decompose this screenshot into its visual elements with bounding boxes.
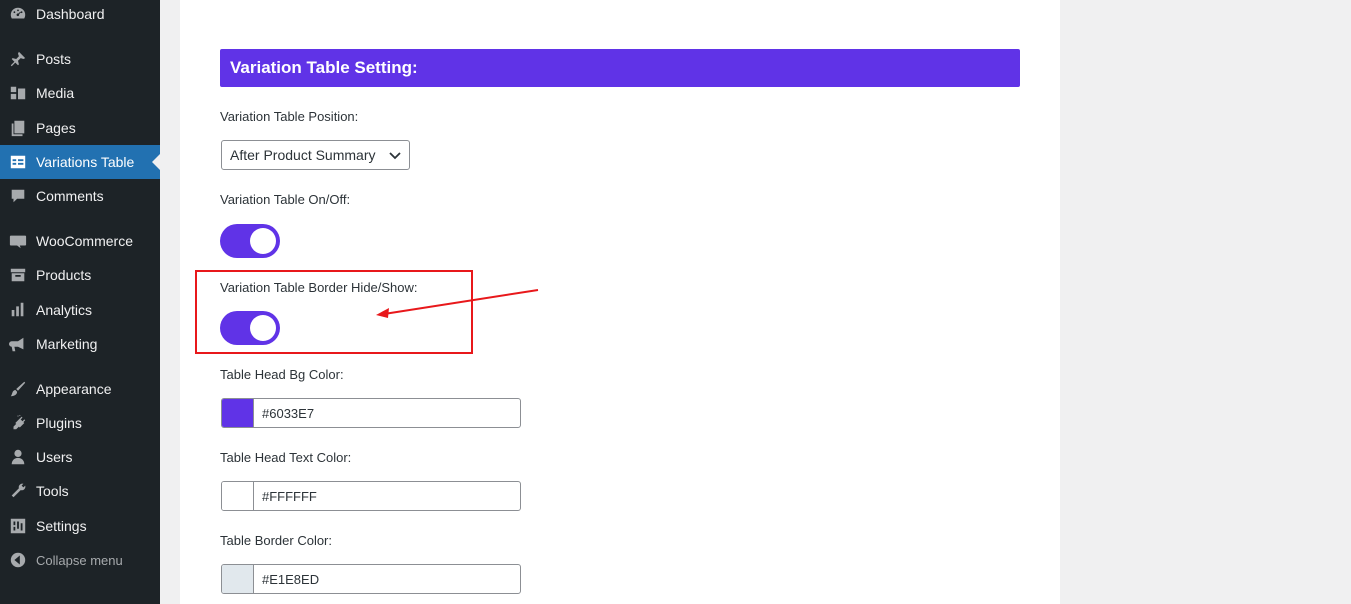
sidebar-item-posts[interactable]: Posts [0,42,160,76]
sidebar-item-marketing[interactable]: Marketing [0,327,160,361]
dashboard-icon [8,4,28,24]
position-select-value: After Product Summary [230,147,376,163]
toggle-knob [250,228,276,254]
sidebar-item-label: Variations Table [36,154,135,170]
sidebar-item-label: Dashboard [36,6,105,22]
border-color-swatch[interactable] [222,565,254,593]
annotation-arrow [376,289,539,318]
sidebar-item-label: Plugins [36,415,82,431]
archive-icon [8,265,28,285]
sidebar-item-label: Comments [36,188,104,204]
head-bg-label: Table Head Bg Color: [220,367,344,382]
sidebar-item-comments[interactable]: Comments [0,179,160,213]
collapse-icon [8,550,28,570]
sidebar-item-tools[interactable]: Tools [0,474,160,508]
sidebar-item-label: Users [36,449,73,465]
head-text-swatch[interactable] [222,482,254,510]
media-icon [8,83,28,103]
wrench-icon [8,481,28,501]
head-text-hex[interactable]: #FFFFFF [254,489,317,504]
sidebar-item-pages[interactable]: Pages [0,111,160,145]
sidebar-item-label: Posts [36,51,72,67]
sidebar-item-label: Products [36,267,92,283]
comment-icon [8,186,28,206]
sidebar-item-label: Appearance [36,381,112,397]
sidebar-item-label: Pages [36,120,76,136]
sidebar-item-analytics[interactable]: Analytics [0,293,160,327]
sidebar-item-variations-table[interactable]: Variations Table [0,145,160,179]
sidebar-item-label: Analytics [36,302,93,318]
position-label: Variation Table Position: [220,109,359,124]
sidebar-item-label: Tools [36,483,69,499]
onoff-label: Variation Table On/Off: [220,192,351,207]
sidebar-item-users[interactable]: Users [0,440,160,474]
border-color-field[interactable]: #E1E8ED [221,564,521,594]
chevron-down-icon [389,152,401,160]
pages-icon [8,118,28,138]
sidebar-item-plugins[interactable]: Plugins [0,406,160,440]
table-icon [8,152,28,172]
pin-icon [8,49,28,69]
head-bg-hex[interactable]: #6033E7 [254,406,314,421]
sidebar-item-media[interactable]: Media [0,76,160,110]
onoff-toggle[interactable] [220,224,280,258]
sidebar-item-products[interactable]: Products [0,258,160,292]
bar-chart-icon [8,300,28,320]
sidebar-item-appearance[interactable]: Appearance [0,372,160,406]
collapse-menu-button[interactable]: Collapse menu [0,543,160,577]
woo-icon [8,231,28,251]
head-bg-color-field[interactable]: #6033E7 [221,398,521,428]
sidebar-item-label: Marketing [36,336,98,352]
megaphone-icon [8,334,28,354]
sidebar-item-label: Collapse menu [36,552,123,568]
sidebar-item-label: Media [36,85,75,101]
sidebar-item-settings[interactable]: Settings [0,509,160,543]
sidebar-item-label: WooCommerce [36,233,133,249]
head-text-color-field[interactable]: #FFFFFF [221,481,521,511]
plug-icon [8,413,28,433]
sidebar-item-dashboard[interactable]: Dashboard [0,0,160,31]
border-color-label: Table Border Color: [220,533,332,548]
section-title: Variation Table Setting: [220,49,1020,87]
admin-sidebar: Dashboard Posts Media Pages Variations T… [0,0,160,604]
position-select[interactable]: After Product Summary [221,140,410,170]
border-color-hex[interactable]: #E1E8ED [254,572,319,587]
user-icon [8,447,28,467]
active-menu-arrow [152,154,160,170]
sliders-icon [8,516,28,536]
sidebar-item-woocommerce[interactable]: WooCommerce [0,224,160,258]
brush-icon [8,379,28,399]
head-bg-swatch[interactable] [222,399,254,427]
sidebar-item-label: Settings [36,518,87,534]
head-text-label: Table Head Text Color: [220,450,352,465]
